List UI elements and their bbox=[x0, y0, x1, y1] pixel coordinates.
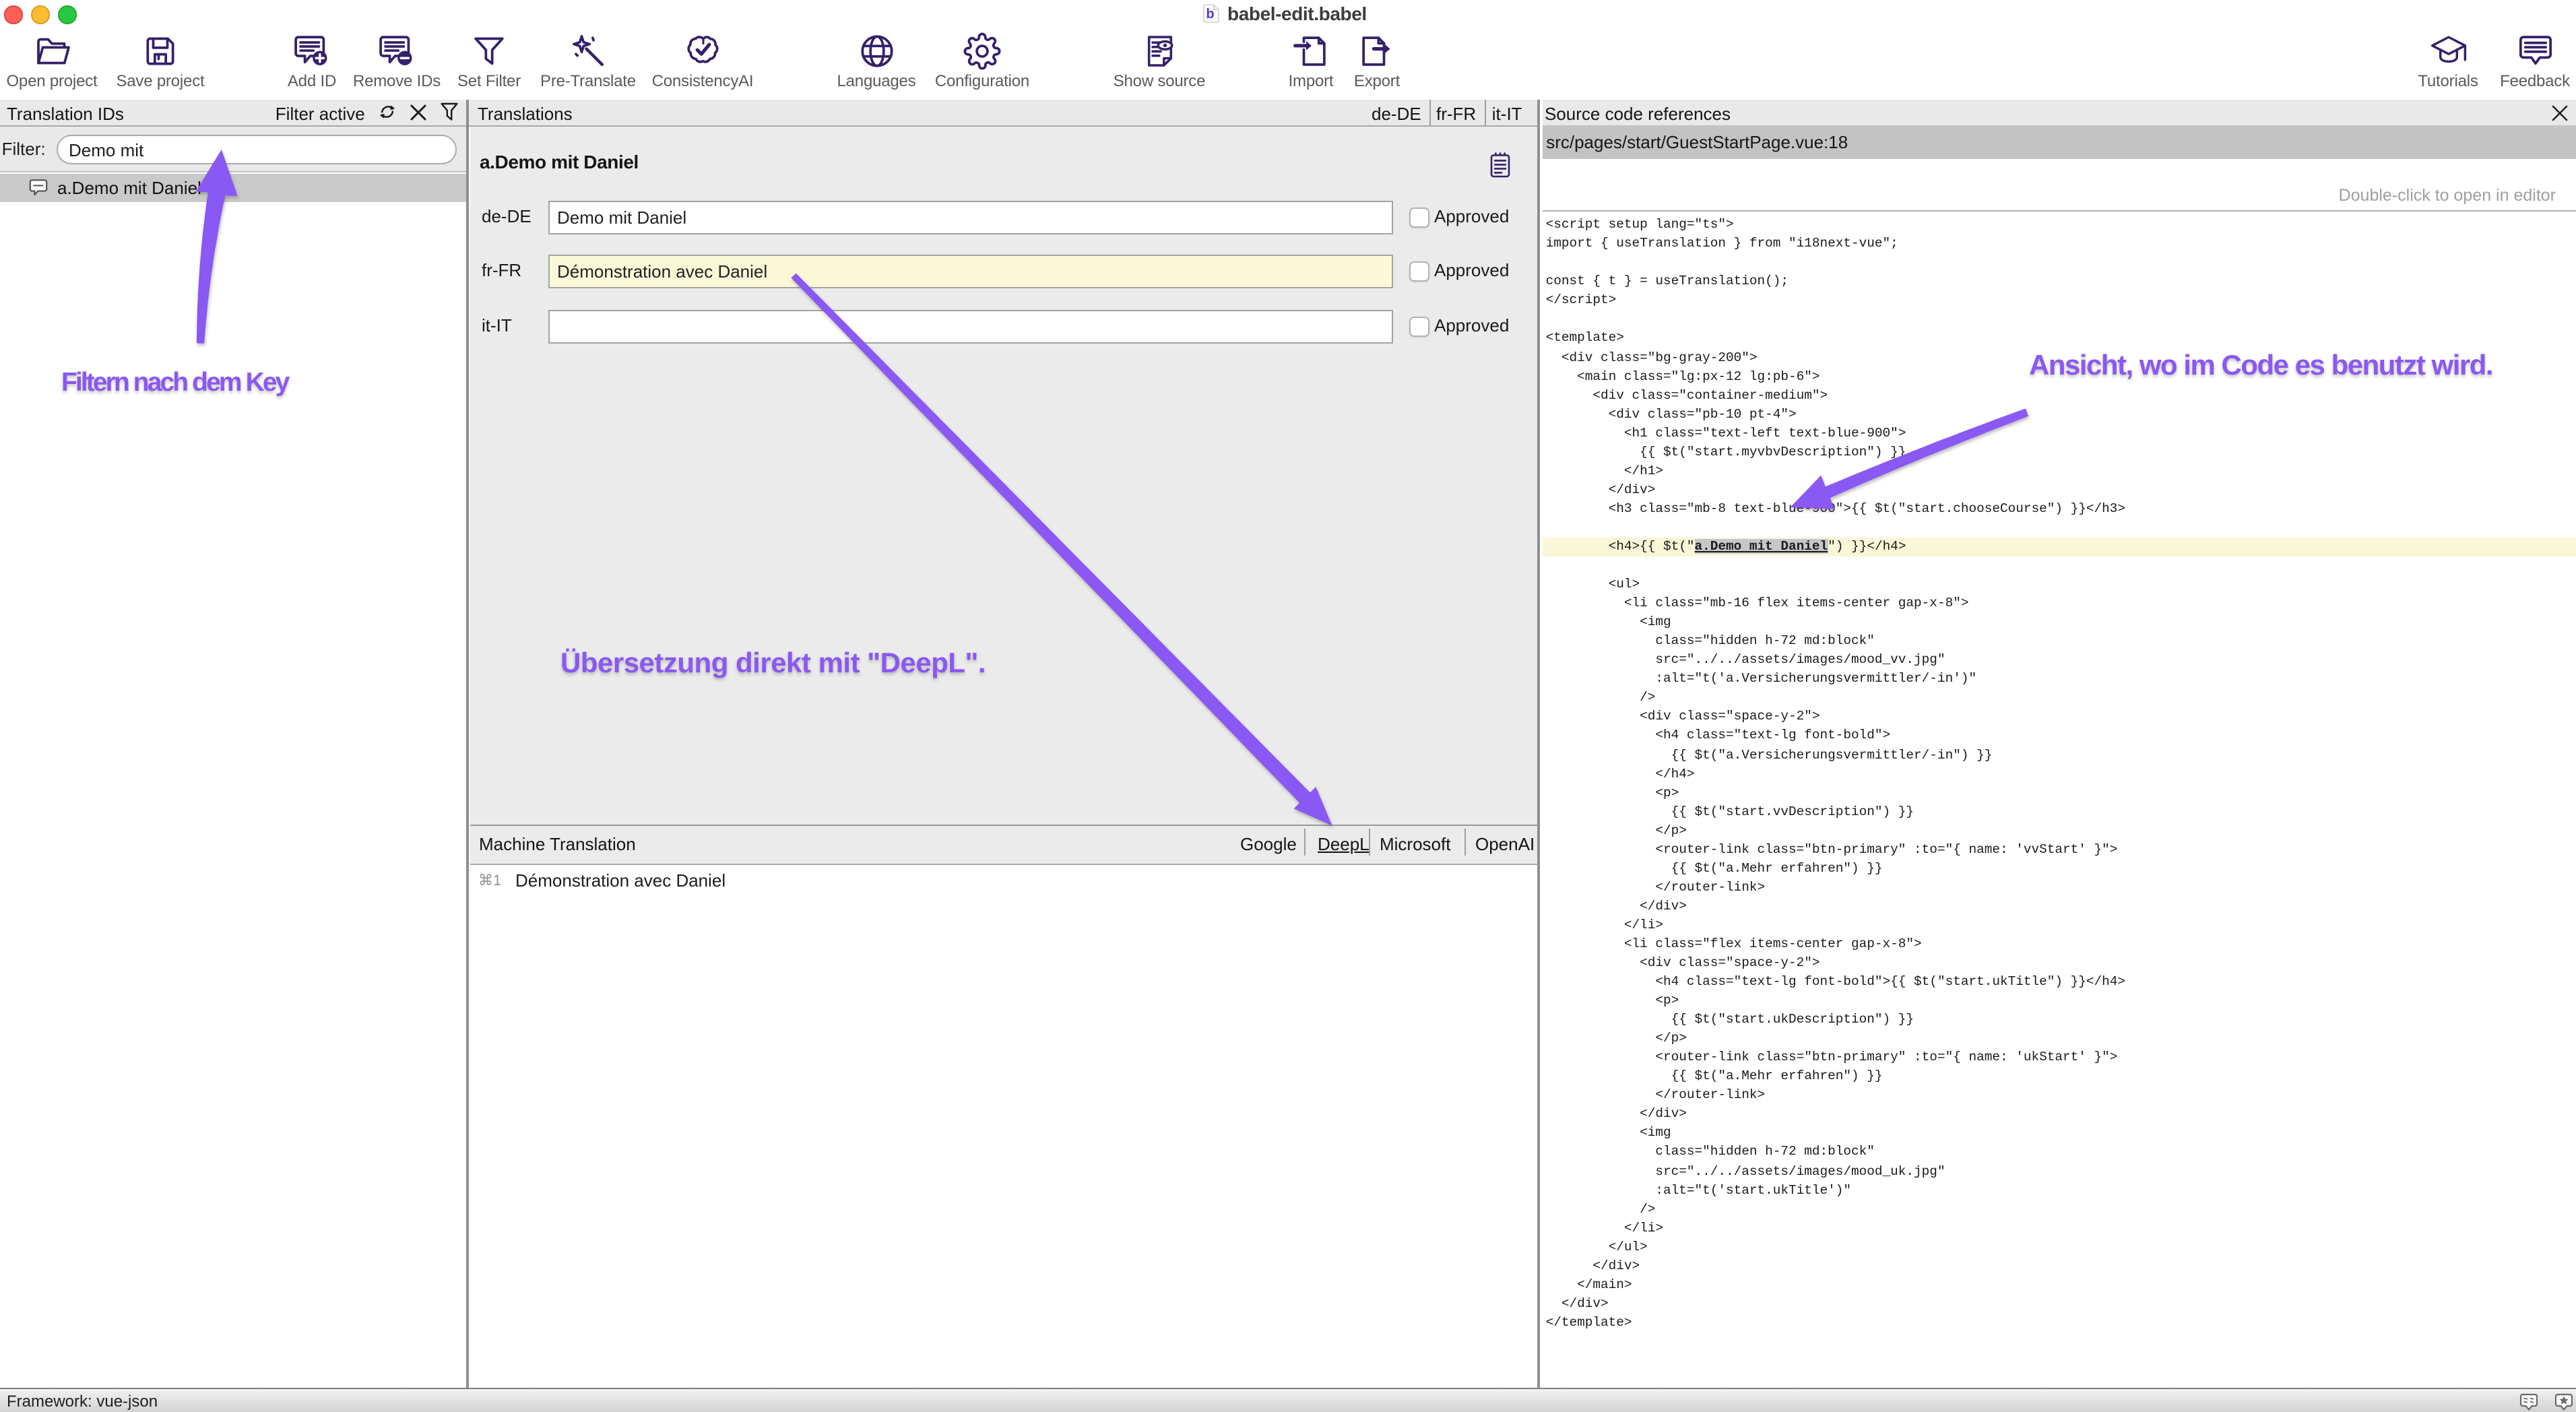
svg-text:b: b bbox=[1206, 6, 1214, 21]
